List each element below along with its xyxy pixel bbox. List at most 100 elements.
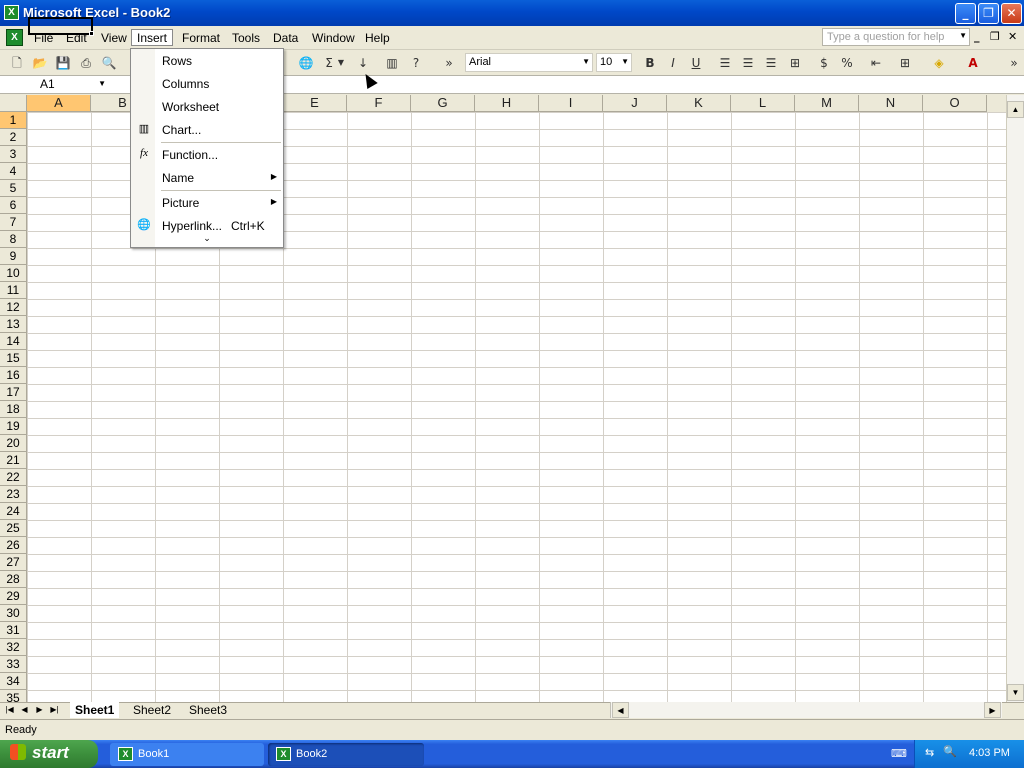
- search-tray-icon[interactable]: 🔍: [943, 745, 957, 758]
- menu-view[interactable]: View: [96, 30, 132, 47]
- sort-descending-icon[interactable]: ↓: [354, 54, 372, 72]
- scroll-left-icon[interactable]: ◀: [612, 702, 629, 718]
- scroll-up-icon[interactable]: ▲: [1007, 101, 1024, 118]
- menu-item-columns[interactable]: Columns: [131, 73, 283, 95]
- row-header-28[interactable]: 28: [0, 571, 27, 588]
- menu-data[interactable]: Data: [268, 30, 303, 47]
- minimize-button[interactable]: _: [955, 3, 976, 24]
- sheet-tab-sheet1[interactable]: Sheet1: [70, 702, 120, 718]
- restore-button[interactable]: ❐: [978, 3, 999, 24]
- column-header-l[interactable]: L: [731, 95, 795, 112]
- vertical-scrollbar[interactable]: ▲ ▼: [1006, 95, 1024, 702]
- sheet-tab-sheet3[interactable]: Sheet3: [184, 702, 232, 718]
- column-header-h[interactable]: H: [475, 95, 539, 112]
- menu-item-picture[interactable]: Picture ▶: [131, 192, 283, 214]
- font-color-icon[interactable]: A: [964, 54, 982, 72]
- decrease-indent-icon[interactable]: ⇤: [867, 54, 885, 72]
- menu-item-rows[interactable]: Rows: [131, 50, 283, 72]
- hyperlink-toolbar-icon[interactable]: 🌐: [297, 54, 315, 72]
- row-header-32[interactable]: 32: [0, 639, 27, 656]
- row-header-23[interactable]: 23: [0, 486, 27, 503]
- open-icon[interactable]: 📂: [31, 54, 49, 72]
- keyboard-icon[interactable]: ⌨: [891, 747, 907, 760]
- row-header-34[interactable]: 34: [0, 673, 27, 690]
- toolbar-options-icon[interactable]: »: [440, 54, 458, 72]
- help-search-input[interactable]: Type a question for help ▼: [822, 28, 970, 46]
- row-header-1[interactable]: 1: [0, 112, 27, 129]
- next-sheet-icon[interactable]: ▶: [32, 702, 47, 718]
- clock[interactable]: 4:03 PM: [969, 747, 1010, 759]
- row-header-21[interactable]: 21: [0, 452, 27, 469]
- chevron-down-icon[interactable]: ▼: [621, 57, 629, 66]
- menu-tools[interactable]: Tools: [227, 30, 265, 47]
- row-header-31[interactable]: 31: [0, 622, 27, 639]
- row-header-18[interactable]: 18: [0, 401, 27, 418]
- row-header-35[interactable]: 35: [0, 690, 27, 702]
- row-header-10[interactable]: 10: [0, 265, 27, 282]
- sheet-tab-sheet2[interactable]: Sheet2: [128, 702, 176, 718]
- align-left-icon[interactable]: ☰: [716, 54, 734, 72]
- row-header-7[interactable]: 7: [0, 214, 27, 231]
- column-header-e[interactable]: E: [283, 95, 347, 112]
- scroll-right-icon[interactable]: ▶: [984, 702, 1001, 718]
- fill-color-icon[interactable]: ◈: [930, 54, 948, 72]
- chevron-down-icon[interactable]: ▼: [959, 31, 967, 40]
- autosum-dropdown-icon[interactable]: ▼: [336, 54, 346, 72]
- align-right-icon[interactable]: ☰: [762, 54, 780, 72]
- row-header-22[interactable]: 22: [0, 469, 27, 486]
- help-icon[interactable]: ?: [407, 54, 425, 72]
- start-button[interactable]: start: [0, 740, 98, 768]
- column-header-f[interactable]: F: [347, 95, 411, 112]
- print-preview-icon[interactable]: 🔍: [100, 54, 118, 72]
- fill-handle[interactable]: [89, 31, 94, 36]
- row-header-27[interactable]: 27: [0, 554, 27, 571]
- row-header-13[interactable]: 13: [0, 316, 27, 333]
- expand-menu-chevron-icon[interactable]: ⌄: [131, 233, 283, 247]
- column-header-i[interactable]: I: [539, 95, 603, 112]
- row-header-9[interactable]: 9: [0, 248, 27, 265]
- row-header-8[interactable]: 8: [0, 231, 27, 248]
- menu-item-name[interactable]: Name ▶: [131, 167, 283, 189]
- row-header-26[interactable]: 26: [0, 537, 27, 554]
- font-name-select[interactable]: Arial ▼: [465, 53, 593, 72]
- print-icon[interactable]: ⎙: [77, 54, 95, 72]
- menu-item-worksheet[interactable]: Worksheet: [131, 96, 283, 118]
- close-button[interactable]: ✕: [1001, 3, 1022, 24]
- row-header-25[interactable]: 25: [0, 520, 27, 537]
- prev-sheet-icon[interactable]: ◀: [17, 702, 32, 718]
- row-header-30[interactable]: 30: [0, 605, 27, 622]
- workbook-restore-icon[interactable]: ❐: [990, 30, 1000, 43]
- row-header-3[interactable]: 3: [0, 146, 27, 163]
- scroll-down-icon[interactable]: ▼: [1007, 684, 1024, 701]
- align-center-icon[interactable]: ☰: [739, 54, 757, 72]
- row-header-4[interactable]: 4: [0, 163, 27, 180]
- italic-icon[interactable]: I: [664, 54, 682, 72]
- menu-help[interactable]: Help: [360, 30, 395, 47]
- underline-icon[interactable]: U: [687, 54, 705, 72]
- column-header-m[interactable]: M: [795, 95, 859, 112]
- taskbar-item-book2[interactable]: X Book2: [268, 743, 424, 766]
- network-icon[interactable]: ⇆: [925, 746, 934, 759]
- first-sheet-icon[interactable]: |◀: [2, 702, 17, 718]
- row-header-14[interactable]: 14: [0, 333, 27, 350]
- row-header-15[interactable]: 15: [0, 350, 27, 367]
- menu-window[interactable]: Window: [307, 30, 360, 47]
- column-header-k[interactable]: K: [667, 95, 731, 112]
- chart-wizard-icon[interactable]: ▥: [383, 54, 401, 72]
- menu-item-chart[interactable]: ▥ Chart...: [131, 119, 283, 141]
- horizontal-scrollbar[interactable]: ◀ ▶: [610, 702, 1002, 718]
- percent-icon[interactable]: %: [838, 54, 856, 72]
- row-header-2[interactable]: 2: [0, 129, 27, 146]
- excel-app-icon[interactable]: X: [4, 5, 19, 20]
- row-header-24[interactable]: 24: [0, 503, 27, 520]
- select-all-corner[interactable]: [0, 95, 27, 112]
- workbook-icon[interactable]: X: [6, 29, 23, 46]
- merge-center-icon[interactable]: ⊞: [786, 54, 804, 72]
- menu-insert[interactable]: Insert: [131, 29, 174, 46]
- row-header-33[interactable]: 33: [0, 656, 27, 673]
- active-cell[interactable]: [28, 17, 93, 35]
- row-header-5[interactable]: 5: [0, 180, 27, 197]
- column-header-n[interactable]: N: [859, 95, 923, 112]
- menu-format[interactable]: Format: [177, 30, 225, 47]
- column-header-a[interactable]: A: [27, 95, 91, 112]
